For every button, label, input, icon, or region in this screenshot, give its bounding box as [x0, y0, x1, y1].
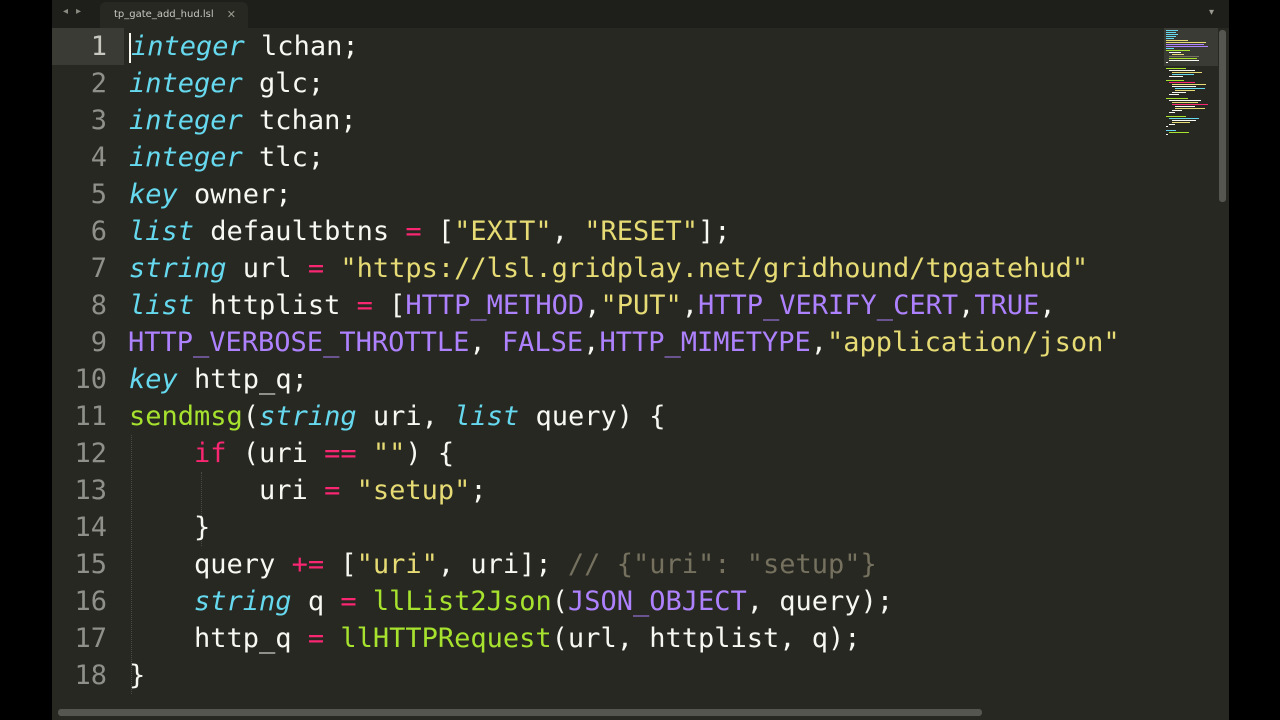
line-number: 13: [74, 475, 107, 506]
forward-arrow-icon[interactable]: ▸: [76, 6, 81, 17]
code-editor[interactable]: integer lchan; integer glc; integer tcha…: [129, 28, 1164, 708]
code-line: integer glc;: [129, 68, 325, 99]
line-number: 14: [74, 512, 107, 543]
line-number: 2: [90, 68, 107, 99]
code-line: integer tchan;: [129, 105, 357, 136]
code-line: string q = llList2Json(JSON_OBJECT, quer…: [194, 586, 894, 617]
code-line: }: [129, 660, 146, 691]
code-line: integer lchan;: [129, 31, 359, 63]
tab-title: tp_gate_add_hud.lsl: [114, 9, 214, 20]
code-line: key http_q;: [129, 364, 308, 395]
line-number: 18: [74, 660, 107, 691]
line-number: 17: [74, 623, 107, 654]
close-tab-icon[interactable]: ✕: [227, 8, 236, 21]
line-number: 11: [74, 401, 107, 432]
line-number: 6: [90, 216, 107, 247]
code-line: sendmsg(string uri, list query) {: [129, 401, 666, 432]
line-number-gutter: 1 2 3 4 5 6 7 8 9 10 11 12 13 14 15 16 1…: [52, 28, 124, 708]
code-line: string url = "https://lsl.gridplay.net/g…: [129, 253, 1089, 284]
right-letterbox: [1229, 0, 1280, 720]
line-number: 15: [74, 549, 107, 580]
tab-tp-gate-add-hud[interactable]: tp_gate_add_hud.lsl ✕: [100, 2, 248, 28]
code-line: if (uri == "") {: [194, 438, 455, 469]
back-arrow-icon[interactable]: ◂: [63, 6, 68, 17]
line-number: 5: [90, 179, 107, 210]
line-number: 9: [90, 327, 107, 358]
tab-bar: ◂ ▸ tp_gate_add_hud.lsl ✕ ▾: [52, 0, 1229, 28]
vertical-scrollbar-thumb[interactable]: [1219, 30, 1226, 202]
line-number: 12: [74, 438, 107, 469]
line-number: 4: [90, 142, 107, 173]
line-number: 3: [90, 105, 107, 136]
line-number: 8: [90, 290, 107, 321]
code-line: key owner;: [129, 179, 292, 210]
code-line: integer tlc;: [129, 142, 325, 173]
code-line: query += ["uri", uri]; // {"uri": "setup…: [129, 549, 877, 580]
minimap-preview: [1164, 28, 1218, 135]
left-letterbox: [0, 0, 52, 720]
tab-list-dropdown-icon[interactable]: ▾: [1209, 7, 1214, 18]
line-number: 16: [74, 586, 107, 617]
code-line: uri = "setup";: [129, 475, 487, 506]
minimap[interactable]: [1164, 28, 1218, 158]
editor-window: ◂ ▸ tp_gate_add_hud.lsl ✕ ▾ 1 2 3 4 5 6 …: [52, 0, 1229, 720]
line-number: 7: [90, 253, 107, 284]
line-number: 10: [74, 364, 107, 395]
horizontal-scrollbar-thumb[interactable]: [58, 709, 982, 716]
code-line: http_q = llHTTPRequest(url, httplist, q)…: [129, 623, 861, 654]
code-line: list defaultbtns = ["EXIT", "RESET"];: [129, 216, 731, 247]
code-line: list httplist = [HTTP_METHOD,"PUT",HTTP_…: [129, 290, 1056, 321]
line-number: 1: [52, 28, 124, 65]
code-line: }: [129, 512, 211, 543]
code-line: HTTP_VERBOSE_THROTTLE, FALSE,HTTP_MIMETY…: [129, 327, 1120, 358]
